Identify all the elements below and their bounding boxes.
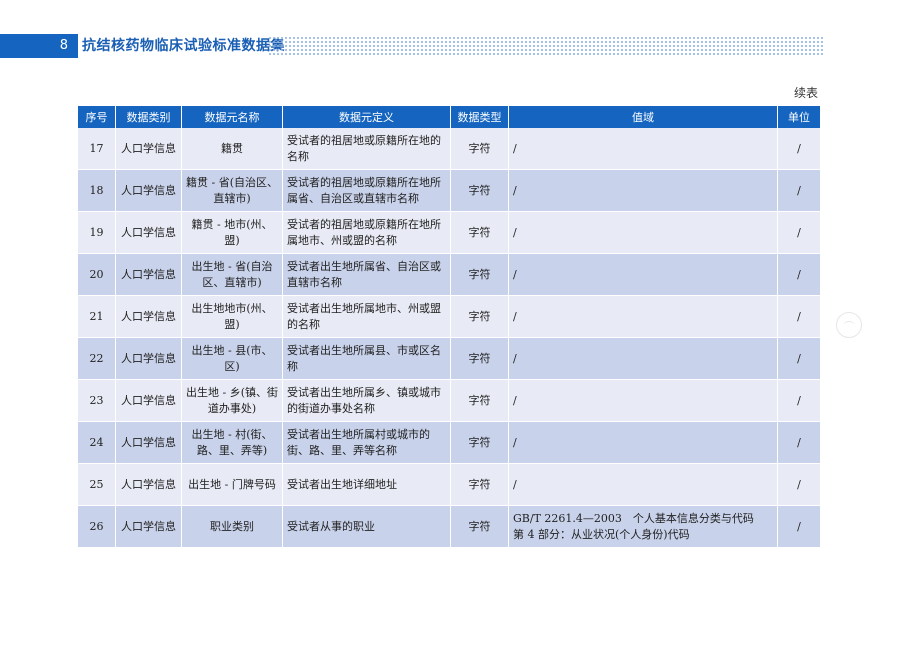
column-header-definition: 数据元定义: [282, 106, 451, 128]
cell-definition: 受试者出生地所属省、自治区或直辖市名称: [282, 253, 451, 296]
table-row: 26 人口学信息 职业类别 受试者从事的职业 字符 GB/T 2261.4—20…: [77, 505, 821, 548]
cell-category: 人口学信息: [115, 128, 182, 170]
column-header-unit: 单位: [777, 106, 821, 128]
cell-no: 26: [77, 505, 116, 548]
cell-name: 出生地 - 乡(镇、街道办事处): [181, 379, 283, 422]
cell-unit: /: [777, 463, 821, 506]
cell-domain: /: [508, 337, 778, 380]
cell-unit: /: [777, 379, 821, 422]
table-body: 17 人口学信息 籍贯 受试者的祖居地或原籍所在地的名称 字符 / / 18 人…: [77, 128, 821, 548]
cell-category: 人口学信息: [115, 463, 182, 506]
cell-name: 籍贯: [181, 128, 283, 170]
cell-unit: /: [777, 505, 821, 548]
cell-type: 字符: [450, 505, 509, 548]
cell-category: 人口学信息: [115, 211, 182, 254]
cell-type: 字符: [450, 169, 509, 212]
cell-category: 人口学信息: [115, 421, 182, 464]
cell-unit: /: [777, 421, 821, 464]
cell-category: 人口学信息: [115, 253, 182, 296]
cell-name: 出生地地市(州、盟): [181, 295, 283, 338]
cell-domain: /: [508, 169, 778, 212]
cell-unit: /: [777, 253, 821, 296]
continued-label: 续表: [793, 86, 818, 100]
cell-definition: 受试者的祖居地或原籍所在地所属地市、州或盟的名称: [282, 211, 451, 254]
table-row: 18 人口学信息 籍贯 - 省(自治区、直辖市) 受试者的祖居地或原籍所在地所属…: [77, 169, 821, 212]
cell-type: 字符: [450, 337, 509, 380]
cell-no: 25: [77, 463, 116, 506]
cell-no: 19: [77, 211, 116, 254]
cell-category: 人口学信息: [115, 505, 182, 548]
cell-type: 字符: [450, 295, 509, 338]
cell-definition: 受试者的祖居地或原籍所在地的名称: [282, 128, 451, 170]
cell-no: 20: [77, 253, 116, 296]
table-header-row: 序号 数据类别 数据元名称 数据元定义 数据类型 值域 单位: [77, 106, 821, 128]
table-row: 17 人口学信息 籍贯 受试者的祖居地或原籍所在地的名称 字符 / /: [77, 128, 821, 170]
cell-no: 21: [77, 295, 116, 338]
cell-type: 字符: [450, 128, 509, 170]
cell-definition: 受试者出生地详细地址: [282, 463, 451, 506]
cell-domain: /: [508, 128, 778, 170]
table-row: 19 人口学信息 籍贯 - 地市(州、盟) 受试者的祖居地或原籍所在地所属地市、…: [77, 211, 821, 254]
cell-type: 字符: [450, 379, 509, 422]
cell-unit: /: [777, 211, 821, 254]
cell-domain: /: [508, 421, 778, 464]
cell-type: 字符: [450, 253, 509, 296]
cell-type: 字符: [450, 463, 509, 506]
cell-category: 人口学信息: [115, 337, 182, 380]
cell-no: 18: [77, 169, 116, 212]
table-row: 25 人口学信息 出生地 - 门牌号码 受试者出生地详细地址 字符 / /: [77, 463, 821, 506]
cell-domain: /: [508, 379, 778, 422]
cell-no: 24: [77, 421, 116, 464]
column-header-domain: 值域: [508, 106, 778, 128]
cell-definition: 受试者出生地所属县、市或区名称: [282, 337, 451, 380]
cell-category: 人口学信息: [115, 379, 182, 422]
table-row: 20 人口学信息 出生地 - 省(自治区、直辖市) 受试者出生地所属省、自治区或…: [77, 253, 821, 296]
cell-domain: /: [508, 253, 778, 296]
cell-unit: /: [777, 128, 821, 170]
cell-no: 22: [77, 337, 116, 380]
cell-unit: /: [777, 169, 821, 212]
cell-name: 籍贯 - 地市(州、盟): [181, 211, 283, 254]
column-header-type: 数据类型: [450, 106, 509, 128]
cell-no: 23: [77, 379, 116, 422]
cell-category: 人口学信息: [115, 169, 182, 212]
table-row: 22 人口学信息 出生地 - 县(市、区) 受试者出生地所属县、市或区名称 字符…: [77, 337, 821, 380]
table-row: 23 人口学信息 出生地 - 乡(镇、街道办事处) 受试者出生地所属乡、镇或城市…: [77, 379, 821, 422]
cell-category: 人口学信息: [115, 295, 182, 338]
cell-definition: 受试者出生地所属乡、镇或城市的街道办事处名称: [282, 379, 451, 422]
cell-definition: 受试者出生地所属地市、州或盟的名称: [282, 295, 451, 338]
cell-no: 17: [77, 128, 116, 170]
cell-type: 字符: [450, 211, 509, 254]
running-header: 8 抗结核药物临床试验标准数据集: [0, 34, 900, 58]
cell-unit: /: [777, 337, 821, 380]
cell-definition: 受试者出生地所属村或城市的街、路、里、弄等名称: [282, 421, 451, 464]
cell-name: 出生地 - 村(街、路、里、弄等): [181, 421, 283, 464]
cell-domain: /: [508, 295, 778, 338]
cell-domain: /: [508, 211, 778, 254]
table-row: 21 人口学信息 出生地地市(州、盟) 受试者出生地所属地市、州或盟的名称 字符…: [77, 295, 821, 338]
cell-domain: /: [508, 463, 778, 506]
column-header-category: 数据类别: [115, 106, 182, 128]
cell-name: 籍贯 - 省(自治区、直辖市): [181, 169, 283, 212]
column-header-name: 数据元名称: [181, 106, 283, 128]
data-element-table: 序号 数据类别 数据元名称 数据元定义 数据类型 值域 单位 17 人口学信息 …: [77, 106, 821, 548]
table-row: 24 人口学信息 出生地 - 村(街、路、里、弄等) 受试者出生地所属村或城市的…: [77, 421, 821, 464]
header-dot-pattern: [268, 36, 824, 56]
watermark-seal-icon: [836, 312, 862, 338]
column-header-no: 序号: [77, 106, 116, 128]
cell-unit: /: [777, 295, 821, 338]
cell-definition: 受试者的祖居地或原籍所在地所属省、自治区或直辖市名称: [282, 169, 451, 212]
cell-domain: GB/T 2261.4—2003 个人基本信息分类与代码 第 4 部分：从业状况…: [508, 505, 778, 548]
cell-name: 职业类别: [181, 505, 283, 548]
cell-definition: 受试者从事的职业: [282, 505, 451, 548]
cell-name: 出生地 - 省(自治区、直辖市): [181, 253, 283, 296]
cell-type: 字符: [450, 421, 509, 464]
page-number: 8: [0, 34, 78, 58]
cell-name: 出生地 - 门牌号码: [181, 463, 283, 506]
book-title: 抗结核药物临床试验标准数据集: [82, 38, 285, 54]
cell-name: 出生地 - 县(市、区): [181, 337, 283, 380]
